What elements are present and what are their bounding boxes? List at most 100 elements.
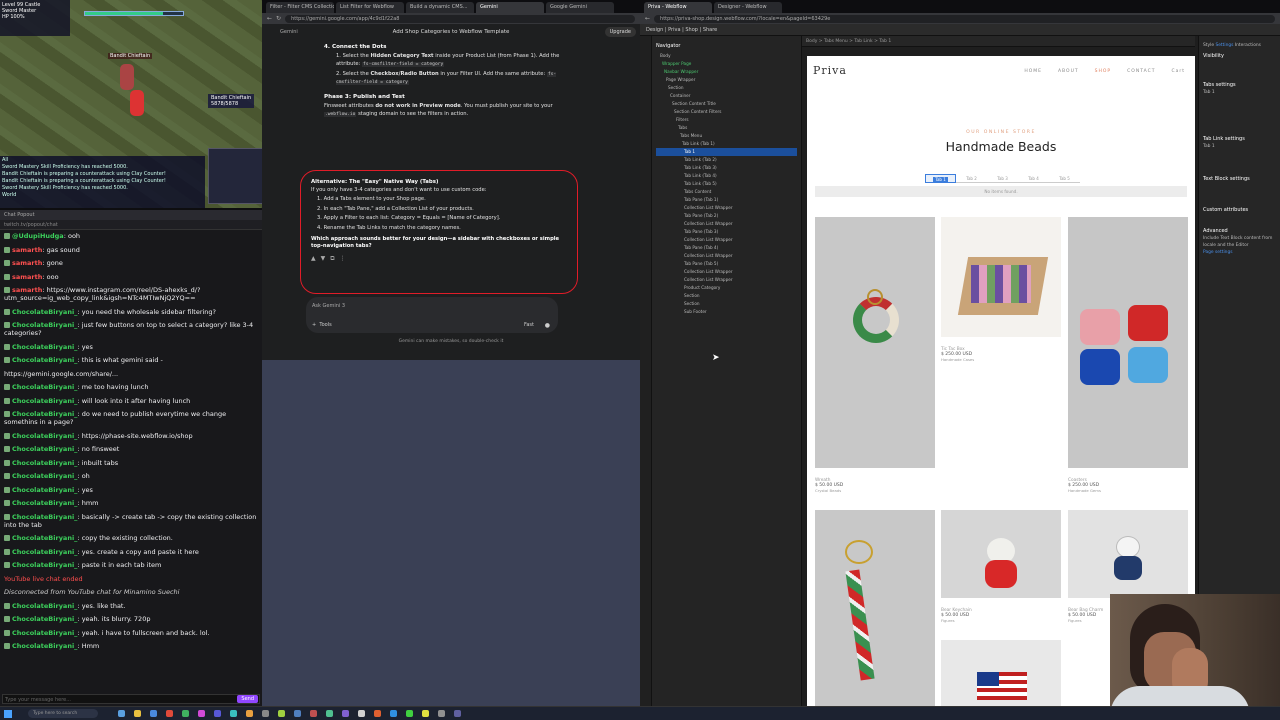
- chat-username[interactable]: ChocolateBiryani_: [12, 397, 77, 405]
- canvas-breadcrumb[interactable]: Body > Tabs Menu > Tab Link > Tab 1: [800, 36, 1195, 47]
- tab-style[interactable]: Style: [1203, 43, 1214, 48]
- navigator-row[interactable]: Navbar Wrapper: [656, 68, 797, 76]
- url-bar[interactable]: https://gemini.google.com/app/4c9d1f22a8: [285, 14, 635, 23]
- navigator-row[interactable]: Sub Footer: [656, 308, 797, 316]
- menu-home[interactable]: HOME: [1024, 69, 1042, 74]
- chrome-icon[interactable]: [182, 710, 189, 717]
- taskbar-search[interactable]: Type here to search: [28, 709, 98, 718]
- edge-icon[interactable]: [150, 710, 157, 717]
- menu-shop[interactable]: SHOP: [1095, 69, 1112, 74]
- chat-username[interactable]: ChocolateBiryani_: [12, 615, 77, 623]
- tab-settings[interactable]: Settings: [1215, 43, 1233, 48]
- browser-tab[interactable]: List Filter for Webflow: [336, 2, 404, 13]
- app-icon[interactable]: [406, 710, 413, 717]
- taskview-icon[interactable]: [118, 710, 125, 717]
- menu-about[interactable]: ABOUT: [1058, 69, 1079, 74]
- navigator-row[interactable]: Section: [656, 300, 797, 308]
- more-icon[interactable]: ⋮: [340, 255, 351, 262]
- navigator-row[interactable]: Tabs: [656, 124, 797, 132]
- browser-tab[interactable]: Google Gemini: [546, 2, 614, 13]
- product-card[interactable]: Tic Tac Box $ 250.00 USD Handmade Cases: [941, 217, 1061, 362]
- navigator-row[interactable]: Product Category: [656, 284, 797, 292]
- chat-username[interactable]: samarth: [12, 246, 42, 254]
- navigator-row[interactable]: Tab Link (Tab 5): [656, 180, 797, 188]
- player-character[interactable]: [120, 64, 134, 90]
- browser-tab[interactable]: Build a dynamic CMS...: [406, 2, 474, 13]
- section-text-block-settings[interactable]: Text Block settings: [1203, 176, 1276, 183]
- upgrade-button[interactable]: Upgrade: [604, 27, 636, 37]
- navigator-row[interactable]: Collection List Wrapper: [656, 204, 797, 212]
- tab-interactions[interactable]: Interactions: [1235, 43, 1261, 48]
- tools-button[interactable]: + Tools: [312, 322, 332, 328]
- navigator-row[interactable]: Tabs Menu: [656, 132, 797, 140]
- chat-username[interactable]: samarth: [12, 259, 42, 267]
- navigator-row[interactable]: Tab Pane (Tab 4): [656, 244, 797, 252]
- app-icon[interactable]: [358, 710, 365, 717]
- back-icon[interactable]: ←: [645, 15, 650, 22]
- product-card[interactable]: [941, 640, 1061, 706]
- chat-username[interactable]: ChocolateBiryani_: [12, 642, 77, 650]
- chat-username[interactable]: ChocolateBiryani_: [12, 486, 77, 494]
- tab-link-2[interactable]: Tab 2: [956, 174, 987, 183]
- navigator-row[interactable]: Container: [656, 92, 797, 100]
- chat-username[interactable]: ChocolateBiryani_: [12, 459, 77, 467]
- send-button[interactable]: Send: [237, 695, 258, 703]
- thumbs-down-icon[interactable]: ▼: [321, 255, 331, 262]
- chat-username[interactable]: samarth: [12, 273, 42, 281]
- designer-topbar[interactable]: Design | Priva | Shop | Share: [640, 24, 1280, 36]
- navigator-row[interactable]: Page Wrapper: [656, 76, 797, 84]
- current-tab-field[interactable]: Tab 1: [1203, 89, 1276, 96]
- navigator-row[interactable]: Body: [656, 52, 797, 60]
- chat-username[interactable]: ChocolateBiryani_: [12, 629, 77, 637]
- tab-value-field[interactable]: Tab 1: [1203, 143, 1276, 150]
- section-tab-link-settings[interactable]: Tab Link settings: [1203, 136, 1276, 143]
- navigator-row[interactable]: Tab Pane (Tab 1): [656, 196, 797, 204]
- site-logo[interactable]: Priva: [813, 64, 847, 77]
- product-card[interactable]: Coasters $ 250.00 USD Handmade Gems: [1068, 217, 1188, 493]
- product-card[interactable]: [815, 510, 935, 706]
- chat-username[interactable]: ChocolateBiryani_: [12, 410, 77, 418]
- app-icon[interactable]: [198, 710, 205, 717]
- tab-link-5[interactable]: Tab 5: [1049, 174, 1080, 183]
- chat-username[interactable]: ChocolateBiryani_: [12, 383, 77, 391]
- copy-icon[interactable]: ⧉: [330, 255, 339, 262]
- app-icon[interactable]: [230, 710, 237, 717]
- chat-username[interactable]: ChocolateBiryani_: [12, 472, 77, 480]
- mic-icon[interactable]: ●: [545, 322, 550, 329]
- section-visibility[interactable]: Visibility: [1203, 53, 1276, 60]
- ask-input[interactable]: Ask Gemini 3 + Tools Fast ●: [306, 297, 558, 333]
- app-icon[interactable]: [422, 710, 429, 717]
- chat-username[interactable]: ChocolateBiryani_: [12, 343, 77, 351]
- tab-link-4[interactable]: Tab 4: [1018, 174, 1049, 183]
- navigator-row[interactable]: Tab Pane (Tab 3): [656, 228, 797, 236]
- section-advanced[interactable]: Advanced: [1203, 228, 1276, 235]
- chat-title[interactable]: Add Shop Categories to Webflow Template: [393, 29, 510, 35]
- chat-username[interactable]: samarth: [12, 286, 42, 294]
- navigator-row[interactable]: Section Content Title: [656, 100, 797, 108]
- tab-link-1[interactable]: Tab 1: [925, 174, 956, 183]
- navigator-row[interactable]: Tab Pane (Tab 5): [656, 260, 797, 268]
- browser-tab[interactable]: Filter - Filter CMS Collections: [266, 2, 334, 13]
- chat-username[interactable]: ChocolateBiryani_: [12, 513, 77, 521]
- enemy-character[interactable]: [130, 90, 144, 116]
- navigator-row[interactable]: Collection List Wrapper: [656, 268, 797, 276]
- explorer-icon[interactable]: [134, 710, 141, 717]
- app-icon[interactable]: [310, 710, 317, 717]
- navigator-row[interactable]: Tab Link (Tab 1): [656, 140, 797, 148]
- navigator-row[interactable]: Tab Link (Tab 2): [656, 156, 797, 164]
- game-window[interactable]: Level 99 Castle Sword Master HP 100% Ban…: [0, 0, 268, 208]
- menu-contact[interactable]: CONTACT: [1127, 69, 1155, 74]
- navigator-row[interactable]: Wrapper Page: [656, 60, 797, 68]
- navigator-row[interactable]: Tab Link (Tab 3): [656, 164, 797, 172]
- app-icon[interactable]: [294, 710, 301, 717]
- left-toolbar[interactable]: [640, 36, 652, 706]
- navigator-row[interactable]: Tab Pane (Tab 2): [656, 212, 797, 220]
- chat-username[interactable]: ChocolateBiryani_: [12, 321, 77, 329]
- navigator-row[interactable]: Collection List Wrapper: [656, 276, 797, 284]
- navigator-row[interactable]: Collection List Wrapper: [656, 220, 797, 228]
- back-icon[interactable]: ←: [267, 15, 272, 22]
- navigator-row[interactable]: Tabs Content: [656, 188, 797, 196]
- browser-tab-active[interactable]: Priva - Webflow: [644, 2, 712, 13]
- fast-mode-button[interactable]: Fast: [524, 322, 534, 328]
- app-icon[interactable]: [166, 710, 173, 717]
